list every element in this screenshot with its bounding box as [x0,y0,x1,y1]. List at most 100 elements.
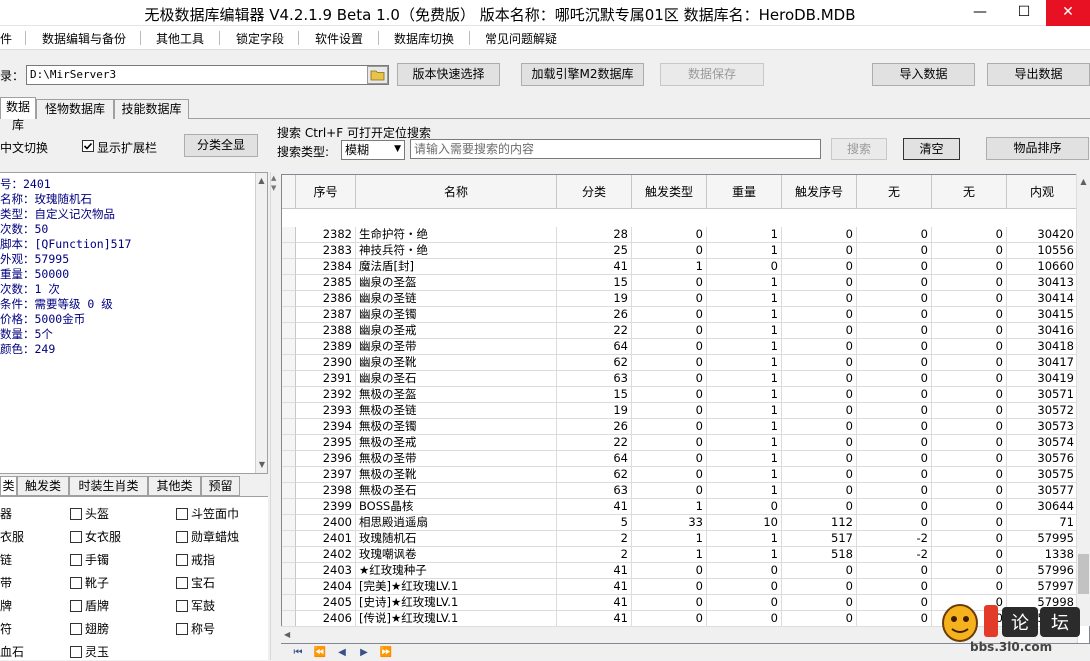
table-cell[interactable]: 2397 [296,467,356,483]
category-checkbox[interactable] [70,531,82,543]
table-cell[interactable]: 1338 [1007,547,1078,563]
table-row[interactable]: 2400 相思殿逍遥扇 5 33 10 112 0 0 71 [282,515,1078,531]
row-indicator[interactable] [282,259,296,275]
table-cell[interactable]: 0 [782,227,857,243]
table-cell[interactable]: 0 [857,275,932,291]
table-cell[interactable]: 0 [782,243,857,259]
table-cell[interactable]: 0 [632,595,707,611]
table-cell[interactable]: 幽泉の圣靴 [356,355,557,371]
table-cell[interactable]: 無极の圣镯 [356,419,557,435]
table-cell[interactable]: 0 [932,467,1007,483]
table-cell[interactable]: 26 [557,419,632,435]
table-cell[interactable]: 30419 [1007,371,1078,387]
category-tab-trigger[interactable]: 触发类 [17,476,69,496]
show-ext-checkbox[interactable] [82,140,94,152]
column-header[interactable]: 序号 [296,175,356,209]
table-cell[interactable]: 玫瑰嘲讽卷 [356,547,557,563]
category-checkbox-item[interactable]: 符 [0,620,12,638]
table-cell[interactable]: ★红玫瑰种子 [356,563,557,579]
row-indicator[interactable] [282,531,296,547]
scroll-left-icon[interactable]: ◀ [284,627,290,643]
table-cell[interactable]: 0 [782,275,857,291]
table-cell[interactable]: 0 [707,595,782,611]
table-cell[interactable]: 2386 [296,291,356,307]
table-cell[interactable]: 2392 [296,387,356,403]
table-cell[interactable]: BOSS晶核 [356,499,557,515]
category-checkbox[interactable] [176,554,188,566]
table-cell[interactable]: 0 [857,499,932,515]
table-cell[interactable]: 2382 [296,227,356,243]
save-data-button[interactable]: 数据保存 [660,63,764,86]
category-checkbox-item[interactable]: 衣服 [0,528,24,546]
table-cell[interactable]: 2403 [296,563,356,579]
column-header[interactable]: 无 [932,175,1007,209]
menu-db-switch[interactable]: 数据库切换 [394,30,454,47]
category-checkbox-item[interactable]: 宝石 [176,574,215,592]
row-indicator[interactable] [282,483,296,499]
table-cell[interactable]: 1 [707,435,782,451]
table-cell[interactable]: 1 [707,531,782,547]
table-row[interactable]: 2395 無极の圣戒 22 0 1 0 0 0 30574 [282,435,1078,451]
table-cell[interactable]: 64 [557,339,632,355]
category-checkbox[interactable] [176,508,188,520]
row-indicator[interactable] [282,387,296,403]
category-checkbox[interactable] [176,600,188,612]
table-cell[interactable]: 2385 [296,275,356,291]
category-checkbox-item[interactable]: 血石 [0,643,24,661]
table-cell[interactable]: 1 [707,227,782,243]
nav-first-icon[interactable]: ⏮ [289,645,307,660]
table-cell[interactable]: 0 [857,243,932,259]
row-indicator[interactable] [282,339,296,355]
table-row[interactable]: 2386 幽泉の圣链 19 0 1 0 0 0 30414 [282,291,1078,307]
category-checkbox-item[interactable]: 牌 [0,597,12,615]
row-indicator[interactable] [282,547,296,563]
table-cell[interactable]: 30413 [1007,275,1078,291]
table-row[interactable]: 2391 幽泉の圣石 63 0 1 0 0 0 30419 [282,371,1078,387]
category-checkbox-item[interactable]: 勋章蜡烛 [176,528,239,546]
table-cell[interactable]: 生命护符・绝 [356,227,557,243]
minimize-button[interactable]: — [958,0,1002,26]
table-cell[interactable]: 1 [707,547,782,563]
nav-prev-page-icon[interactable]: ⏪ [311,645,329,660]
item-sort-button[interactable]: 物品排序 [986,137,1089,160]
column-header[interactable]: 名称 [356,175,557,209]
category-checkbox-item[interactable]: 器 [0,505,12,523]
table-cell[interactable]: 30644 [1007,499,1078,515]
table-cell[interactable]: 2400 [296,515,356,531]
table-cell[interactable]: 30577 [1007,483,1078,499]
table-cell[interactable]: 0 [932,515,1007,531]
category-checkbox[interactable] [70,554,82,566]
table-cell[interactable]: 幽泉の圣镯 [356,307,557,323]
row-indicator[interactable] [282,515,296,531]
version-select-button[interactable]: 版本快速选择 [397,63,500,86]
table-row[interactable]: 2384 魔法盾[封] 41 1 0 0 0 0 10660 [282,259,1078,275]
table-cell[interactable]: 0 [632,275,707,291]
folder-icon[interactable] [367,66,388,84]
table-cell[interactable]: 神技兵符・绝 [356,243,557,259]
category-checkbox-item[interactable]: 戒指 [176,551,215,569]
table-cell[interactable]: 0 [632,371,707,387]
table-cell[interactable]: 0 [782,483,857,499]
row-indicator[interactable] [282,403,296,419]
table-cell[interactable]: 0 [932,275,1007,291]
table-cell[interactable]: 無极の圣带 [356,451,557,467]
table-cell[interactable]: 0 [932,435,1007,451]
row-indicator[interactable] [282,371,296,387]
table-cell[interactable]: 30414 [1007,291,1078,307]
table-cell[interactable]: 0 [932,499,1007,515]
table-cell[interactable]: 15 [557,387,632,403]
table-cell[interactable]: 0 [782,595,857,611]
table-cell[interactable]: 2 [557,547,632,563]
search-input[interactable]: 请输入需要搜索的内容 [410,139,821,159]
table-row[interactable]: 2397 無极の圣靴 62 0 1 0 0 0 30575 [282,467,1078,483]
table-cell[interactable]: 26 [557,307,632,323]
nav-next-icon[interactable]: ▶ [355,645,373,660]
table-cell[interactable]: 25 [557,243,632,259]
table-row[interactable]: 2388 幽泉の圣戒 22 0 1 0 0 0 30416 [282,323,1078,339]
table-cell[interactable]: 無极の圣石 [356,483,557,499]
table-cell[interactable]: 0 [707,611,782,627]
table-cell[interactable]: 0 [932,403,1007,419]
table-cell[interactable]: 魔法盾[封] [356,259,557,275]
category-checkbox-item[interactable]: 盾牌 [70,597,109,615]
table-cell[interactable]: 0 [932,291,1007,307]
